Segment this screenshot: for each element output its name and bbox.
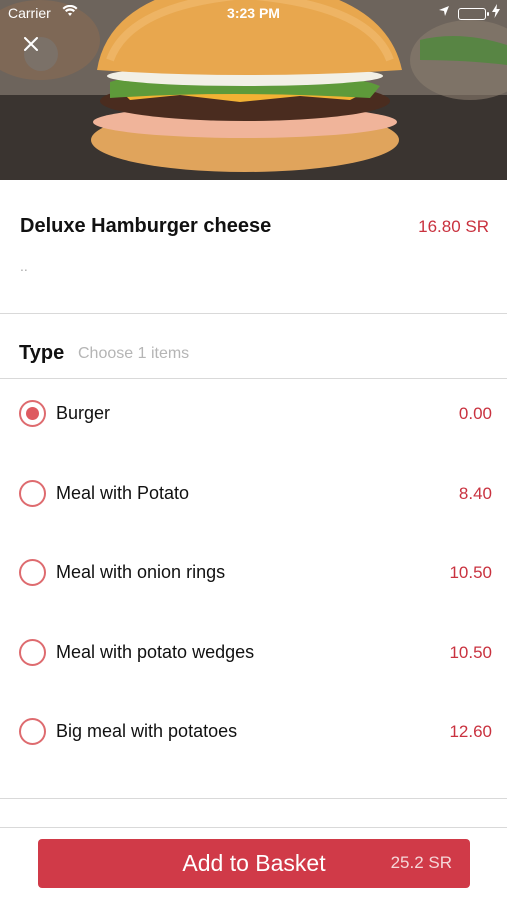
option-price: 10.50: [449, 643, 492, 662]
product-image: Carrier 3:23 PM: [0, 0, 507, 180]
type-section-header: Type Choose 1 items: [0, 314, 507, 379]
product-header: Deluxe Hamburger cheese 16.80 SR ..: [0, 180, 507, 314]
option-label: Burger: [56, 403, 111, 423]
status-time: 3:23 PM: [227, 5, 280, 21]
option-label: Meal with Potato: [56, 483, 190, 503]
option-price: 8.40: [458, 484, 492, 503]
option-meal-with-potato-wedges[interactable]: Meal with potato wedges 10.50: [0, 618, 507, 678]
type-title: Type: [19, 342, 65, 364]
type-hint: Choose 1 items: [78, 345, 190, 362]
option-price: 10.50: [449, 563, 492, 582]
radio-unselected[interactable]: [19, 559, 46, 586]
option-big-meal-with-potatoes[interactable]: Big meal with potatoes 12.60: [0, 697, 507, 757]
radio-unselected[interactable]: [19, 718, 46, 745]
option-label: Meal with potato wedges: [56, 642, 255, 662]
product-detail-screen: Carrier 3:23 PM Deluxe Hamburger cheese …: [0, 0, 507, 900]
product-name: Deluxe Hamburger cheese: [20, 215, 272, 237]
basket-total: 25.2 SR: [390, 853, 452, 872]
option-burger[interactable]: Burger 0.00: [0, 379, 507, 439]
status-bar: Carrier 3:23 PM: [0, 0, 507, 26]
radio-unselected[interactable]: [19, 480, 46, 507]
battery-icon: [458, 8, 489, 20]
close-icon: [24, 37, 38, 51]
product-description: ..: [20, 258, 28, 274]
radio-selected[interactable]: [19, 400, 46, 427]
close-button[interactable]: [24, 37, 58, 71]
footer-divider: [0, 827, 507, 828]
product-price: 16.80 SR: [418, 217, 489, 236]
add-to-basket-button[interactable]: Add to Basket 25.2 SR: [38, 839, 470, 888]
option-label: Big meal with potatoes: [56, 721, 238, 741]
option-meal-with-potato[interactable]: Meal with Potato 8.40: [0, 459, 507, 519]
option-price: 0.00: [458, 404, 492, 423]
option-price: 12.60: [449, 722, 492, 741]
burger-photo: [0, 0, 507, 180]
option-label: Meal with onion rings: [56, 562, 226, 582]
option-meal-with-onion-rings[interactable]: Meal with onion rings 10.50: [0, 538, 507, 598]
radio-unselected[interactable]: [19, 639, 46, 666]
section-divider: [0, 798, 507, 799]
